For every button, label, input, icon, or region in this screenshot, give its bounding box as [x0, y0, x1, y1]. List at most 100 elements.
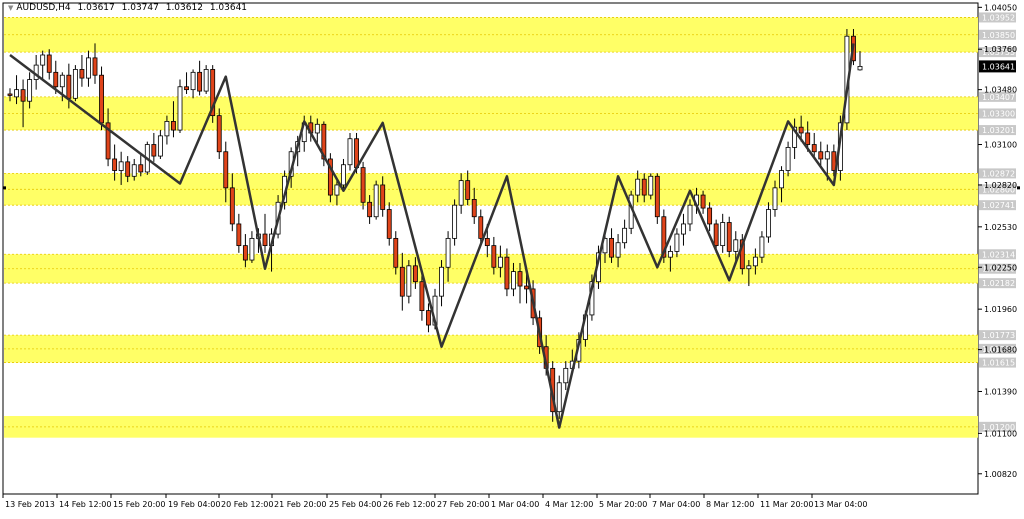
candle[interactable] [818, 151, 824, 160]
candle[interactable] [674, 233, 680, 252]
y-tick-label: 1.02250 [984, 263, 1017, 272]
candle[interactable] [471, 198, 477, 218]
candle[interactable] [524, 285, 529, 290]
candle[interactable] [491, 245, 497, 268]
candle[interactable] [406, 265, 412, 297]
candle[interactable] [615, 242, 621, 258]
candle[interactable] [125, 161, 131, 177]
candle[interactable] [341, 164, 346, 186]
candle[interactable] [190, 71, 196, 91]
candle[interactable] [635, 178, 641, 196]
candle[interactable] [746, 265, 752, 270]
candle[interactable] [556, 382, 562, 413]
candle[interactable] [314, 123, 320, 134]
candle[interactable] [426, 310, 431, 326]
candle[interactable] [27, 79, 33, 102]
candle[interactable] [622, 227, 628, 244]
candle[interactable] [171, 121, 176, 131]
candle[interactable] [478, 216, 484, 239]
candle[interactable] [733, 239, 739, 252]
candle[interactable] [798, 126, 804, 134]
candle[interactable] [386, 209, 392, 239]
candle[interactable] [380, 184, 386, 210]
candle[interactable] [197, 71, 203, 92]
candle[interactable] [497, 256, 503, 268]
candle[interactable] [563, 367, 569, 384]
candle[interactable] [393, 237, 399, 268]
candle[interactable] [641, 178, 647, 196]
candle[interactable] [399, 266, 405, 297]
candle[interactable] [367, 201, 373, 218]
candle[interactable] [262, 233, 268, 247]
candle[interactable] [439, 266, 444, 297]
candle[interactable] [681, 223, 686, 235]
candle[interactable] [92, 57, 98, 76]
candle[interactable] [419, 281, 425, 311]
candle[interactable] [517, 271, 523, 287]
candle[interactable] [752, 256, 758, 267]
candle[interactable] [203, 69, 209, 92]
candle[interactable] [465, 180, 471, 200]
candle[interactable] [772, 187, 778, 210]
candle[interactable] [72, 69, 78, 99]
candle[interactable] [458, 180, 464, 206]
candle[interactable] [40, 54, 46, 66]
candle[interactable] [811, 144, 817, 153]
candle[interactable] [779, 170, 784, 189]
candle[interactable] [805, 132, 811, 145]
candle[interactable] [131, 164, 137, 177]
candle[interactable] [654, 175, 660, 218]
candle[interactable] [249, 237, 255, 261]
candle[interactable] [242, 245, 248, 261]
candle[interactable] [334, 184, 340, 196]
candle[interactable] [164, 121, 170, 137]
candle[interactable] [824, 151, 830, 160]
candlestick-chart[interactable]: 1.039521.038501.037551.034071.033001.032… [0, 0, 1024, 515]
candle[interactable] [609, 237, 614, 258]
candle[interactable] [667, 250, 673, 258]
candle[interactable] [118, 161, 124, 171]
candle[interactable] [857, 65, 863, 71]
candle[interactable] [20, 89, 26, 102]
candle[interactable] [687, 204, 693, 225]
candle[interactable] [236, 223, 242, 247]
candle[interactable] [184, 86, 189, 91]
candle[interactable] [707, 207, 713, 225]
candle[interactable] [347, 138, 353, 166]
candle[interactable] [785, 147, 791, 171]
candle[interactable] [511, 271, 516, 290]
candle[interactable] [99, 74, 104, 124]
candle[interactable] [59, 74, 65, 88]
candle[interactable] [151, 144, 157, 157]
candle[interactable] [713, 223, 719, 247]
candle[interactable] [766, 209, 771, 238]
candle[interactable] [759, 236, 765, 258]
candle[interactable] [484, 237, 490, 247]
candle[interactable] [53, 71, 59, 88]
candle[interactable] [412, 265, 418, 283]
candle[interactable] [177, 86, 183, 131]
candle[interactable] [157, 135, 163, 157]
candle[interactable] [229, 187, 235, 225]
candle[interactable] [726, 222, 732, 252]
candle[interactable] [223, 151, 229, 189]
candle[interactable] [138, 164, 144, 173]
candle[interactable] [720, 222, 726, 247]
candle[interactable] [79, 69, 85, 79]
candle[interactable] [373, 184, 379, 218]
candle[interactable] [452, 204, 458, 239]
candle[interactable] [66, 74, 72, 99]
candle[interactable] [46, 54, 52, 73]
candle[interactable] [14, 89, 19, 98]
candle[interactable] [7, 93, 13, 96]
candle[interactable] [112, 158, 118, 171]
candle[interactable] [445, 237, 451, 268]
candle[interactable] [648, 175, 654, 196]
candle[interactable] [86, 57, 91, 79]
candle[interactable] [700, 194, 706, 209]
candle[interactable] [504, 256, 510, 290]
candle[interactable] [216, 115, 222, 153]
collapse-triangle-icon[interactable]: ▼ [8, 4, 13, 12]
right-edge-marker [1017, 186, 1020, 190]
candle[interactable] [360, 167, 366, 203]
